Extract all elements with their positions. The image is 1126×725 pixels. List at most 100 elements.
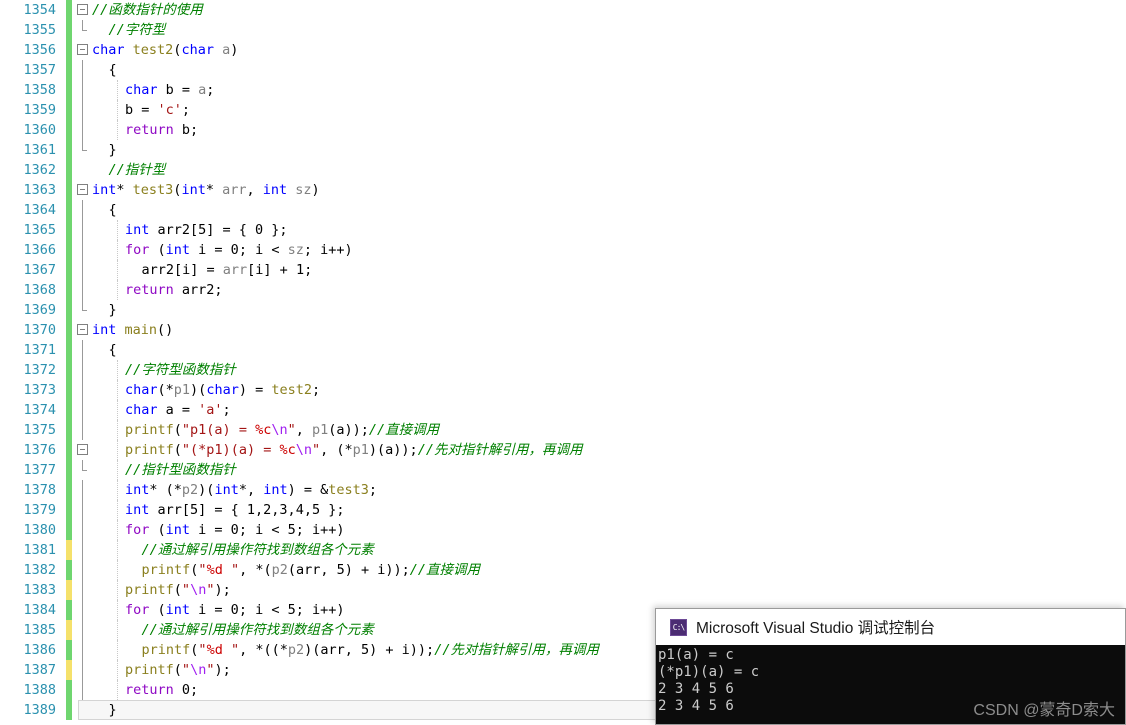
code-text[interactable]: //指针型函数指针	[125, 460, 236, 480]
outline-collapse-glyph[interactable]	[76, 500, 92, 520]
outline-collapse-glyph[interactable]	[76, 280, 92, 300]
code-line[interactable]: 1375 printf("p1(a) = %c\n", p1(a));//直接调用	[0, 420, 1126, 440]
code-text[interactable]: //字符型函数指针	[125, 360, 236, 380]
code-line[interactable]: 1382 printf("%d ", *(p2(arr, 5) + i));//直…	[0, 560, 1126, 580]
code-line[interactable]: 1364 {	[0, 200, 1126, 220]
collapse-minus-icon[interactable]	[77, 444, 88, 455]
code-line[interactable]: 1368 return arr2;	[0, 280, 1126, 300]
outline-collapse-glyph[interactable]	[76, 300, 92, 320]
code-line[interactable]: 1380 for (int i = 0; i < 5; i++)	[0, 520, 1126, 540]
code-line[interactable]: 1359 b = 'c';	[0, 100, 1126, 120]
code-text[interactable]: return 0;	[125, 680, 198, 700]
code-line[interactable]: 1370 int main()	[0, 320, 1126, 340]
code-text[interactable]: int* test3(int* arr, int sz)	[92, 180, 320, 200]
code-text[interactable]: int main()	[92, 320, 173, 340]
collapse-minus-icon[interactable]	[77, 184, 88, 195]
outline-collapse-glyph[interactable]	[76, 660, 92, 680]
code-text[interactable]: char a = 'a';	[125, 400, 231, 420]
outline-collapse-glyph[interactable]	[76, 580, 92, 600]
outline-collapse-glyph[interactable]	[76, 520, 92, 540]
outline-collapse-glyph[interactable]	[76, 80, 92, 100]
code-text[interactable]: printf("(*p1)(a) = %c\n", (*p1)(a));//先对…	[125, 440, 582, 460]
code-text[interactable]: printf("%d ", *((*p2)(arr, 5) + i));//先对…	[142, 640, 599, 660]
code-text[interactable]: char test2(char a)	[92, 40, 238, 60]
outline-collapse-glyph[interactable]	[76, 220, 92, 240]
code-text[interactable]: for (int i = 0; i < 5; i++)	[125, 520, 344, 540]
code-text[interactable]: b = 'c';	[125, 100, 190, 120]
outline-collapse-glyph[interactable]	[76, 0, 92, 20]
code-line[interactable]: 1379 int arr[5] = { 1,2,3,4,5 };	[0, 500, 1126, 520]
outline-collapse-glyph[interactable]	[76, 100, 92, 120]
outline-collapse-glyph[interactable]	[76, 560, 92, 580]
code-line[interactable]: 1372 //字符型函数指针	[0, 360, 1126, 380]
code-line[interactable]: 1371 {	[0, 340, 1126, 360]
code-text[interactable]: {	[109, 340, 117, 360]
code-line[interactable]: 1366 for (int i = 0; i < sz; i++)	[0, 240, 1126, 260]
outline-collapse-glyph[interactable]	[76, 360, 92, 380]
code-line[interactable]: 1365 int arr2[5] = { 0 };	[0, 220, 1126, 240]
collapse-minus-icon[interactable]	[77, 4, 88, 15]
outline-collapse-glyph[interactable]	[76, 120, 92, 140]
code-line[interactable]: 1362 //指针型	[0, 160, 1126, 180]
outline-collapse-glyph[interactable]	[76, 600, 92, 620]
code-line[interactable]: 1376 printf("(*p1)(a) = %c\n", (*p1)(a));…	[0, 440, 1126, 460]
outline-collapse-glyph[interactable]	[76, 40, 92, 60]
outline-collapse-glyph[interactable]	[76, 140, 92, 160]
code-text[interactable]: //通过解引用操作符找到数组各个元素	[142, 540, 374, 560]
outline-collapse-glyph[interactable]	[76, 260, 92, 280]
outline-collapse-glyph[interactable]	[76, 200, 92, 220]
code-text[interactable]: int arr[5] = { 1,2,3,4,5 };	[125, 500, 344, 520]
outline-collapse-glyph[interactable]	[76, 60, 92, 80]
code-line[interactable]: 1358 char b = a;	[0, 80, 1126, 100]
code-text[interactable]: //函数指针的使用	[92, 0, 203, 20]
code-text[interactable]: arr2[i] = arr[i] + 1;	[142, 260, 313, 280]
code-line[interactable]: 1378 int* (*p2)(int*, int) = &test3;	[0, 480, 1126, 500]
code-line[interactable]: 1369}	[0, 300, 1126, 320]
code-text[interactable]: char(*p1)(char) = test2;	[125, 380, 320, 400]
code-line[interactable]: 1355 //字符型	[0, 20, 1126, 40]
code-text[interactable]: printf("\n");	[125, 660, 231, 680]
code-line[interactable]: 1354 //函数指针的使用	[0, 0, 1126, 20]
code-line[interactable]: 1373 char(*p1)(char) = test2;	[0, 380, 1126, 400]
outline-collapse-glyph[interactable]	[76, 620, 92, 640]
code-text[interactable]: int* (*p2)(int*, int) = &test3;	[125, 480, 377, 500]
debug-console-window[interactable]: C:\ Microsoft Visual Studio 调试控制台 p1(a) …	[655, 608, 1126, 725]
code-line[interactable]: 1357 {	[0, 60, 1126, 80]
code-line[interactable]: 1363 int* test3(int* arr, int sz)	[0, 180, 1126, 200]
outline-collapse-glyph[interactable]	[76, 20, 92, 40]
code-line[interactable]: 1361}	[0, 140, 1126, 160]
outline-collapse-glyph[interactable]	[76, 340, 92, 360]
code-text[interactable]: for (int i = 0; i < 5; i++)	[125, 600, 344, 620]
code-text[interactable]: }	[109, 300, 117, 320]
outline-collapse-glyph[interactable]	[76, 380, 92, 400]
code-text[interactable]: {	[109, 200, 117, 220]
code-text[interactable]: return arr2;	[125, 280, 223, 300]
code-text[interactable]: int arr2[5] = { 0 };	[125, 220, 288, 240]
code-text[interactable]: return b;	[125, 120, 198, 140]
code-text[interactable]: for (int i = 0; i < sz; i++)	[125, 240, 353, 260]
outline-collapse-glyph[interactable]	[76, 420, 92, 440]
outline-collapse-glyph[interactable]	[76, 640, 92, 660]
outline-collapse-glyph[interactable]	[76, 400, 92, 420]
collapse-minus-icon[interactable]	[77, 324, 88, 335]
collapse-minus-icon[interactable]	[77, 44, 88, 55]
outline-collapse-glyph[interactable]	[76, 540, 92, 560]
code-line[interactable]: 1360 return b;	[0, 120, 1126, 140]
code-line[interactable]: 1374 char a = 'a';	[0, 400, 1126, 420]
code-text[interactable]: char b = a;	[125, 80, 214, 100]
outline-collapse-glyph[interactable]	[76, 320, 92, 340]
code-line[interactable]: 1356 char test2(char a)	[0, 40, 1126, 60]
outline-collapse-glyph[interactable]	[76, 680, 92, 700]
outline-collapse-glyph[interactable]	[76, 180, 92, 200]
code-line[interactable]: 1383 printf("\n");	[0, 580, 1126, 600]
code-text[interactable]: {	[109, 60, 117, 80]
outline-collapse-glyph[interactable]	[76, 440, 92, 460]
code-line[interactable]: 1377 //指针型函数指针	[0, 460, 1126, 480]
code-text[interactable]: }	[109, 700, 117, 720]
outline-collapse-glyph[interactable]	[76, 460, 92, 480]
code-text[interactable]: //字符型	[109, 20, 166, 40]
console-titlebar[interactable]: C:\ Microsoft Visual Studio 调试控制台	[656, 609, 1125, 645]
code-text[interactable]: printf("\n");	[125, 580, 231, 600]
outline-collapse-glyph[interactable]	[76, 240, 92, 260]
code-text[interactable]: printf("p1(a) = %c\n", p1(a));//直接调用	[125, 420, 439, 440]
